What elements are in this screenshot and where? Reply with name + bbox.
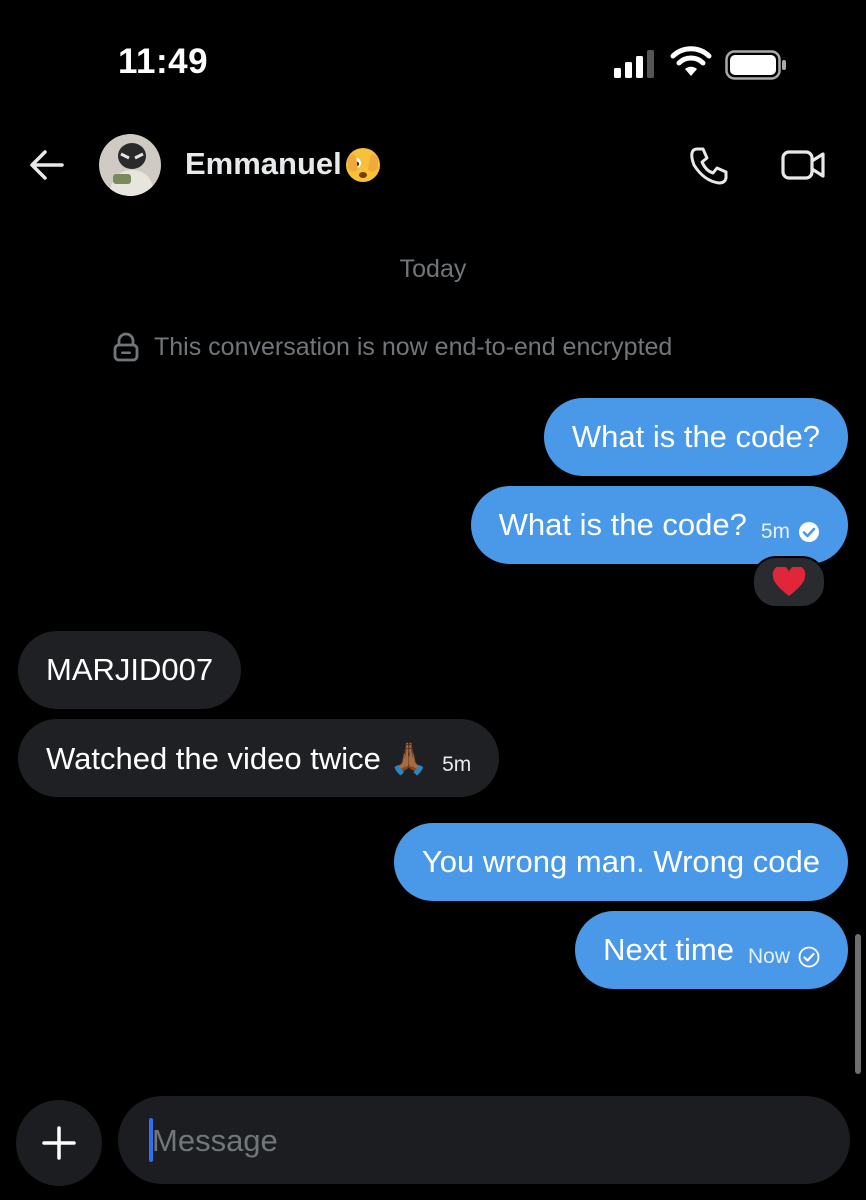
message-outgoing[interactable]: Next time Now [575,911,848,989]
phone-call-icon[interactable] [688,144,730,186]
message-time: Now [747,945,790,968]
read-check-icon [799,522,819,542]
sent-check-icon [798,946,820,968]
message-reaction[interactable] [752,556,826,608]
heart-reaction-icon [772,567,806,596]
lock-icon [113,332,139,362]
face-peeking-emoji-icon [346,148,380,182]
message-incoming[interactable]: Watched the video twice 🙏🏾 5m [18,719,500,797]
plus-icon [42,1126,76,1160]
message-time: 5m [442,753,472,776]
message-meta: 5m [442,753,471,777]
encryption-notice: This conversation is now end-to-end encr… [112,330,672,364]
add-attachment-button[interactable] [16,1100,102,1186]
message-incoming[interactable]: MARJID007 [18,631,242,709]
cellular-signal-icon [614,50,654,78]
message-text: Watched the video twice 🙏🏾 [46,740,429,776]
message-text: What is the code? [571,419,820,454]
wifi-icon [670,46,712,76]
contact-name[interactable]: Emmanuel [185,146,342,182]
message-text: MARJID007 [46,652,214,687]
message-outgoing[interactable]: What is the code? [543,398,848,476]
video-call-icon[interactable] [780,146,826,184]
battery-icon [725,50,786,80]
message-meta: Now [748,945,820,969]
message-text: Next time [603,932,734,967]
message-outgoing[interactable]: You wrong man. Wrong code [393,823,848,901]
back-arrow-icon[interactable] [28,146,66,184]
message-text: What is the code? [498,507,747,542]
message-text: You wrong man. Wrong code [421,844,820,879]
scrollbar[interactable] [855,934,861,1074]
contact-avatar[interactable] [99,134,161,196]
message-time: 5m [760,520,790,543]
message-input-placeholder: Message [152,1123,278,1158]
message-outgoing[interactable]: What is the code? 5m [470,486,848,564]
message-meta: 5m [761,520,820,544]
encryption-notice-text: This conversation is now end-to-end encr… [154,332,673,361]
date-separator: Today [399,255,467,283]
status-time: 11:49 [118,42,209,81]
